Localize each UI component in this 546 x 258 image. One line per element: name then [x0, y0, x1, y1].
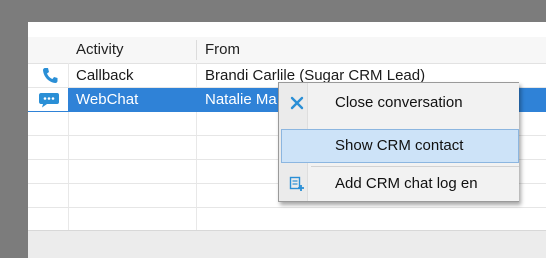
- phone-icon: [42, 67, 58, 89]
- menu-item-close-conversation[interactable]: Close conversation: [281, 86, 519, 120]
- status-strip: [28, 230, 546, 258]
- grid-header: Activity From: [28, 37, 546, 64]
- menu-item-show-crm-contact[interactable]: Show CRM contact: [281, 129, 519, 163]
- close-icon: [289, 95, 305, 111]
- row-icon-cell: [28, 88, 68, 111]
- menu-item-label: Add CRM chat log en: [335, 175, 478, 192]
- menu-item-label: Close conversation: [335, 94, 463, 111]
- context-menu: Close conversation Show CRM contact Add …: [278, 82, 519, 202]
- column-header-from[interactable]: From: [197, 37, 546, 63]
- row-icon-cell: [28, 64, 68, 87]
- column-header-activity[interactable]: Activity: [68, 37, 196, 63]
- menu-item-label: Show CRM contact: [335, 137, 464, 154]
- table-row-empty: [28, 208, 546, 232]
- add-log-icon: [289, 176, 305, 192]
- cell-activity: Callback: [76, 67, 134, 84]
- chat-icon: [38, 92, 60, 113]
- cell-activity: WebChat: [76, 91, 139, 108]
- menu-item-add-crm-chat-log[interactable]: Add CRM chat log en: [281, 167, 519, 201]
